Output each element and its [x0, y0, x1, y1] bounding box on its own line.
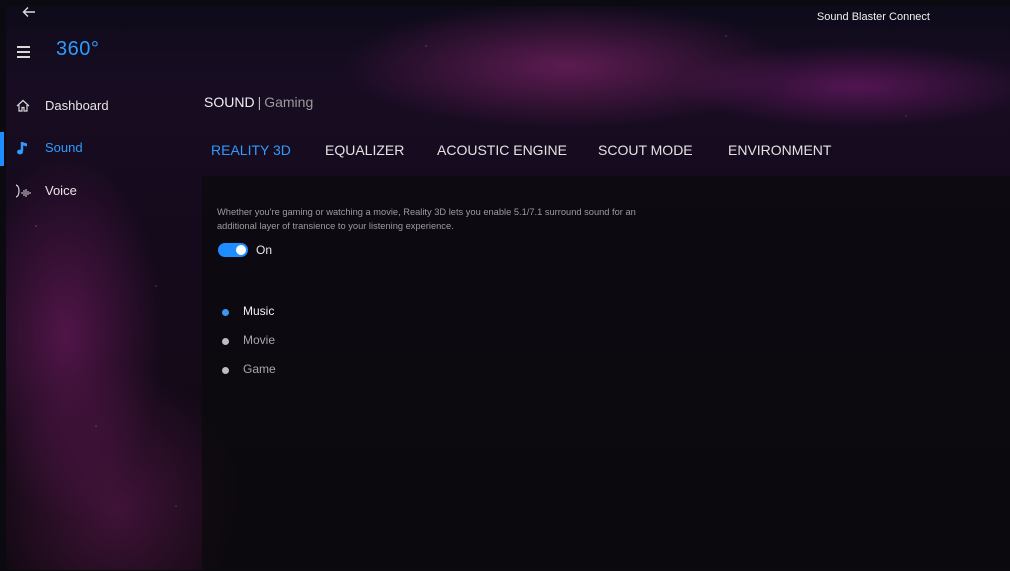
sidebar-item-label: Voice [45, 183, 77, 198]
breadcrumb-separator: | [257, 94, 262, 110]
sidebar-item-label: Dashboard [45, 98, 109, 113]
tab-scout-mode[interactable]: SCOUT MODE [598, 142, 693, 158]
sidebar-item-dashboard[interactable]: Dashboard [0, 88, 196, 128]
content-panel [202, 176, 1010, 570]
breadcrumb-section: SOUND [204, 94, 255, 110]
radio-label: Movie [243, 333, 276, 347]
sidebar-item-voice[interactable]: Voice [0, 173, 196, 213]
active-indicator [0, 132, 4, 166]
tab-reality-3d[interactable]: REALITY 3D [211, 142, 291, 158]
description-line: additional layer of transience to your l… [217, 221, 454, 231]
toggle-knob [236, 245, 246, 255]
description-line: Whether you're gaming or watching a movi… [217, 207, 636, 217]
sidebar-item-label: Sound [45, 140, 83, 155]
radio-dot [222, 338, 229, 345]
tab-equalizer[interactable]: EQUALIZER [325, 142, 404, 158]
breadcrumb-profile: Gaming [264, 94, 314, 110]
radio-dot [222, 309, 229, 316]
breadcrumb: SOUND | Gaming [204, 94, 313, 110]
music-note-icon [14, 139, 32, 157]
radio-dot [222, 367, 229, 374]
sidebar-item-sound[interactable]: Sound [0, 130, 196, 170]
tab-environment[interactable]: ENVIRONMENT [728, 142, 831, 158]
voice-wave-icon [14, 182, 32, 200]
reality3d-toggle[interactable] [218, 243, 248, 257]
tab-acoustic-engine[interactable]: ACOUSTIC ENGINE [437, 142, 567, 158]
hamburger-icon[interactable] [17, 46, 31, 58]
radio-label: Music [243, 304, 275, 318]
back-arrow-icon[interactable] [18, 4, 40, 26]
toggle-label: On [256, 243, 273, 257]
radio-label: Game [243, 362, 276, 376]
reality3d-description: Whether you're gaming or watching a movi… [217, 205, 707, 233]
product-title: 360° [56, 38, 100, 60]
home-icon [14, 97, 32, 115]
window-title: Sound Blaster Connect [816, 11, 930, 23]
